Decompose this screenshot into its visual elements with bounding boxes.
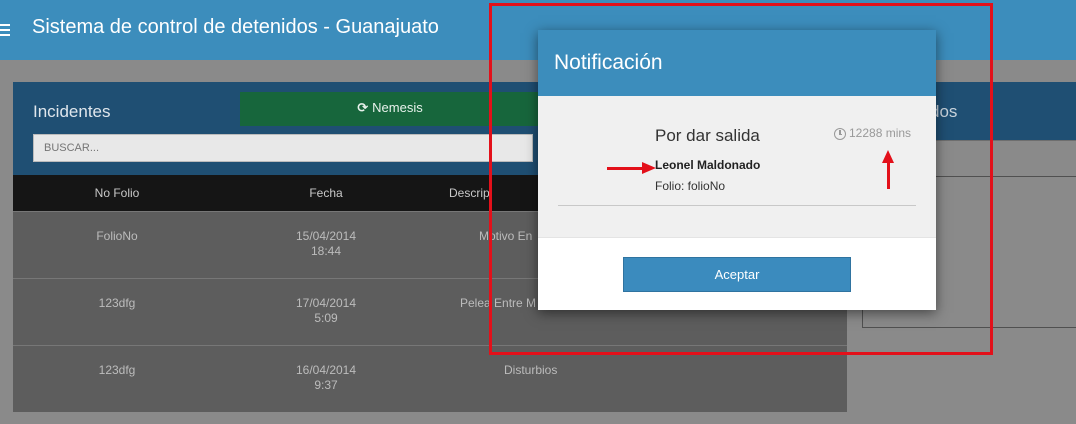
annotation-highlight-box bbox=[489, 3, 993, 355]
row-date: 17/04/2014 5:09 bbox=[295, 296, 357, 325]
row-folio: 123dfg bbox=[98, 363, 136, 377]
nemesis-label: Nemesis bbox=[372, 100, 423, 115]
app-title: Sistema de control de detenidos - Guanaj… bbox=[32, 16, 439, 38]
annotation-arrow-right-icon bbox=[607, 162, 656, 174]
row-description: Disturbios bbox=[504, 363, 558, 377]
row-folio: FolioNo bbox=[96, 229, 138, 243]
column-header-folio[interactable]: No Folio bbox=[27, 186, 207, 200]
search-input[interactable] bbox=[33, 134, 533, 162]
table-row[interactable]: 123dfg 16/04/2014 9:37 Disturbios bbox=[13, 345, 847, 412]
refresh-icon: ⟳ bbox=[357, 100, 369, 115]
row-folio: 123dfg bbox=[98, 296, 136, 310]
hamburger-menu-icon[interactable] bbox=[0, 24, 10, 36]
row-date: 15/04/2014 18:44 bbox=[295, 229, 357, 258]
incidents-title: Incidentes bbox=[33, 102, 111, 121]
annotation-arrow-up-icon bbox=[882, 150, 894, 189]
row-date: 16/04/2014 9:37 bbox=[295, 363, 357, 392]
column-header-date[interactable]: Fecha bbox=[236, 186, 416, 200]
